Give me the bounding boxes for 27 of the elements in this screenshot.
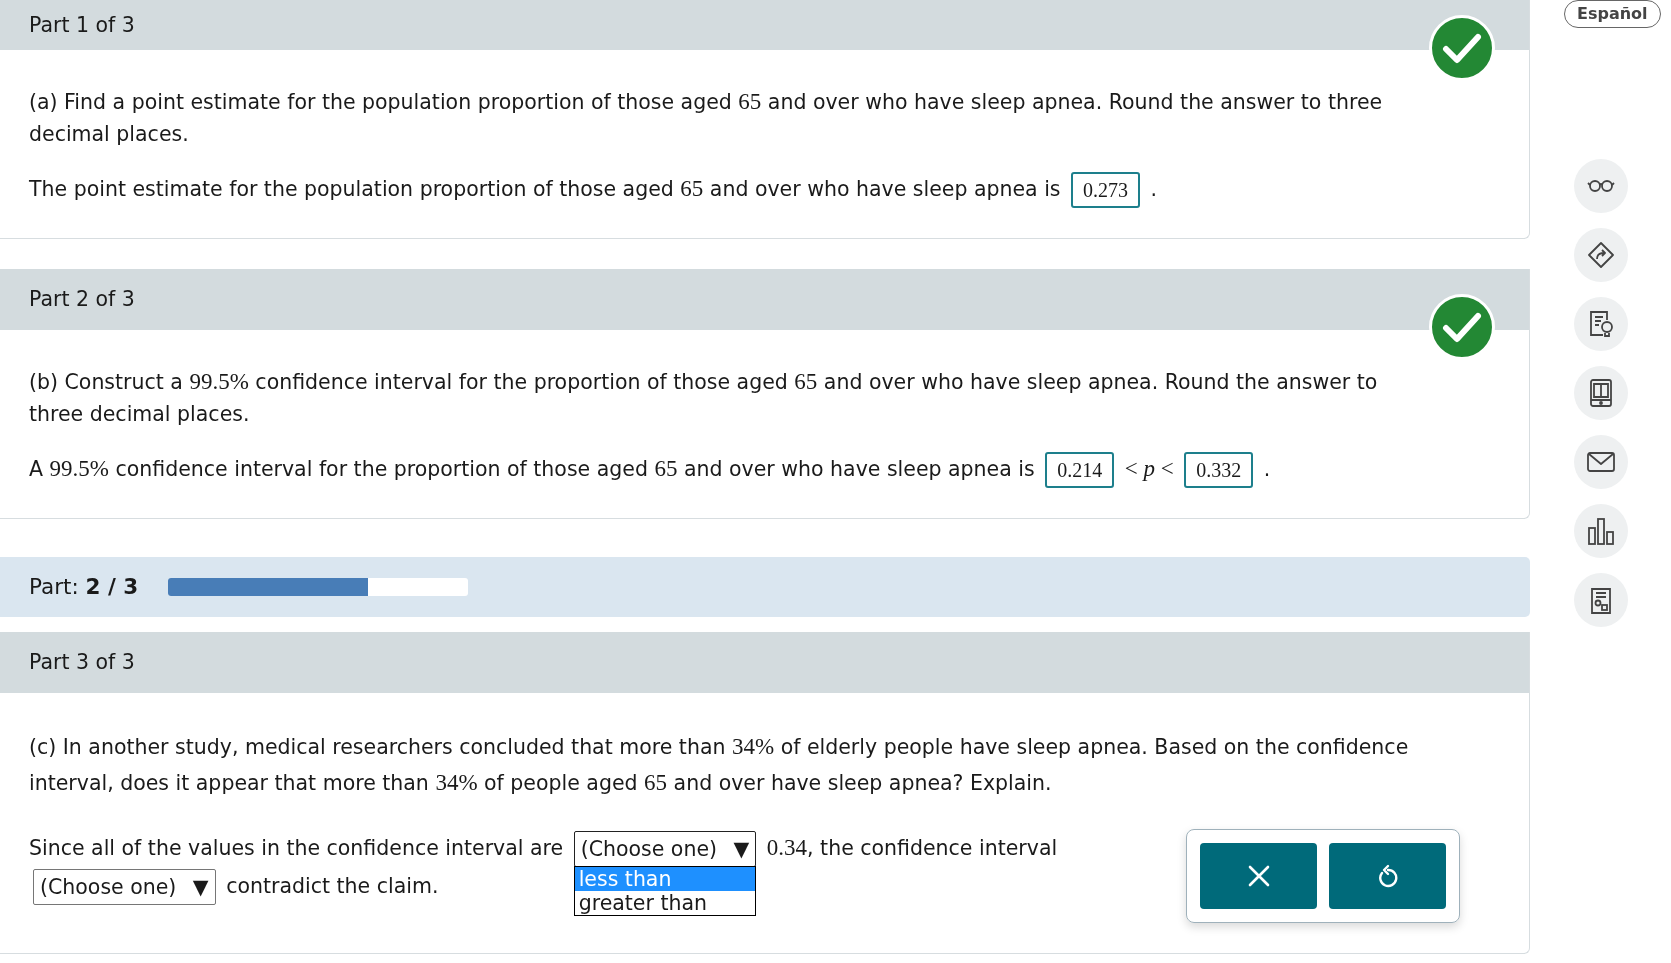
turn-sign-icon: [1586, 241, 1615, 269]
answer-box[interactable]: 0.273: [1071, 172, 1141, 208]
language-button[interactable]: Español: [1564, 0, 1661, 28]
part-title: Part 3 of 3: [29, 649, 135, 677]
close-icon: [1247, 865, 1270, 887]
check-icon: [1442, 32, 1482, 64]
part-title: Part 1 of 3: [29, 11, 135, 39]
answer-text: 0.34, the confidence interval: [766, 836, 1058, 860]
answer-text: The point estimate for the population proportion of those aged 65 and over who have sleep apnea is: [29, 177, 1061, 201]
answer-text: Since all of the values in the confidence interval are: [29, 836, 564, 860]
check-icon: [1442, 311, 1482, 343]
part-title: Part 2 of 3: [29, 286, 135, 314]
undo-icon: [1376, 864, 1399, 888]
question-text: (a) Find a point estimate for the population proportion of those aged 65 and over who have sleep apnea. Round the answer to three decimal places.: [29, 88, 1384, 148]
answer-text: .: [1150, 177, 1158, 201]
progress-label: Part: 2 / 3: [29, 572, 139, 601]
answer-text: < p <: [1124, 457, 1174, 481]
question-text: (c) In another study, medical researchers concluded that more than 34% of elderly people have sleep apnea. Based on the confidence interval, does it appear that more than 34% of people aged 65 and over have sleep apnea? Explain.: [29, 733, 1410, 797]
question-text: (b) Construct a 99.5% confidence interval for the proportion of those aged 65 and over who have sleep apnea. Round the answer to three decimal places.: [29, 368, 1379, 428]
dropdown[interactable]: (Choose one) ▼: [33, 869, 216, 905]
answer-text: .: [1263, 457, 1271, 481]
answer-text: contradict the claim.: [226, 874, 439, 898]
answer-box[interactable]: 0.332: [1184, 452, 1254, 488]
answer-box[interactable]: 0.214: [1045, 452, 1115, 488]
answer-text: A 99.5% confidence interval for the proportion of those aged 65 and over who have sleep apnea is: [29, 457, 1035, 481]
bar-chart-icon: [1586, 517, 1615, 545]
dropdown-option[interactable]: greater than: [574, 891, 756, 915]
